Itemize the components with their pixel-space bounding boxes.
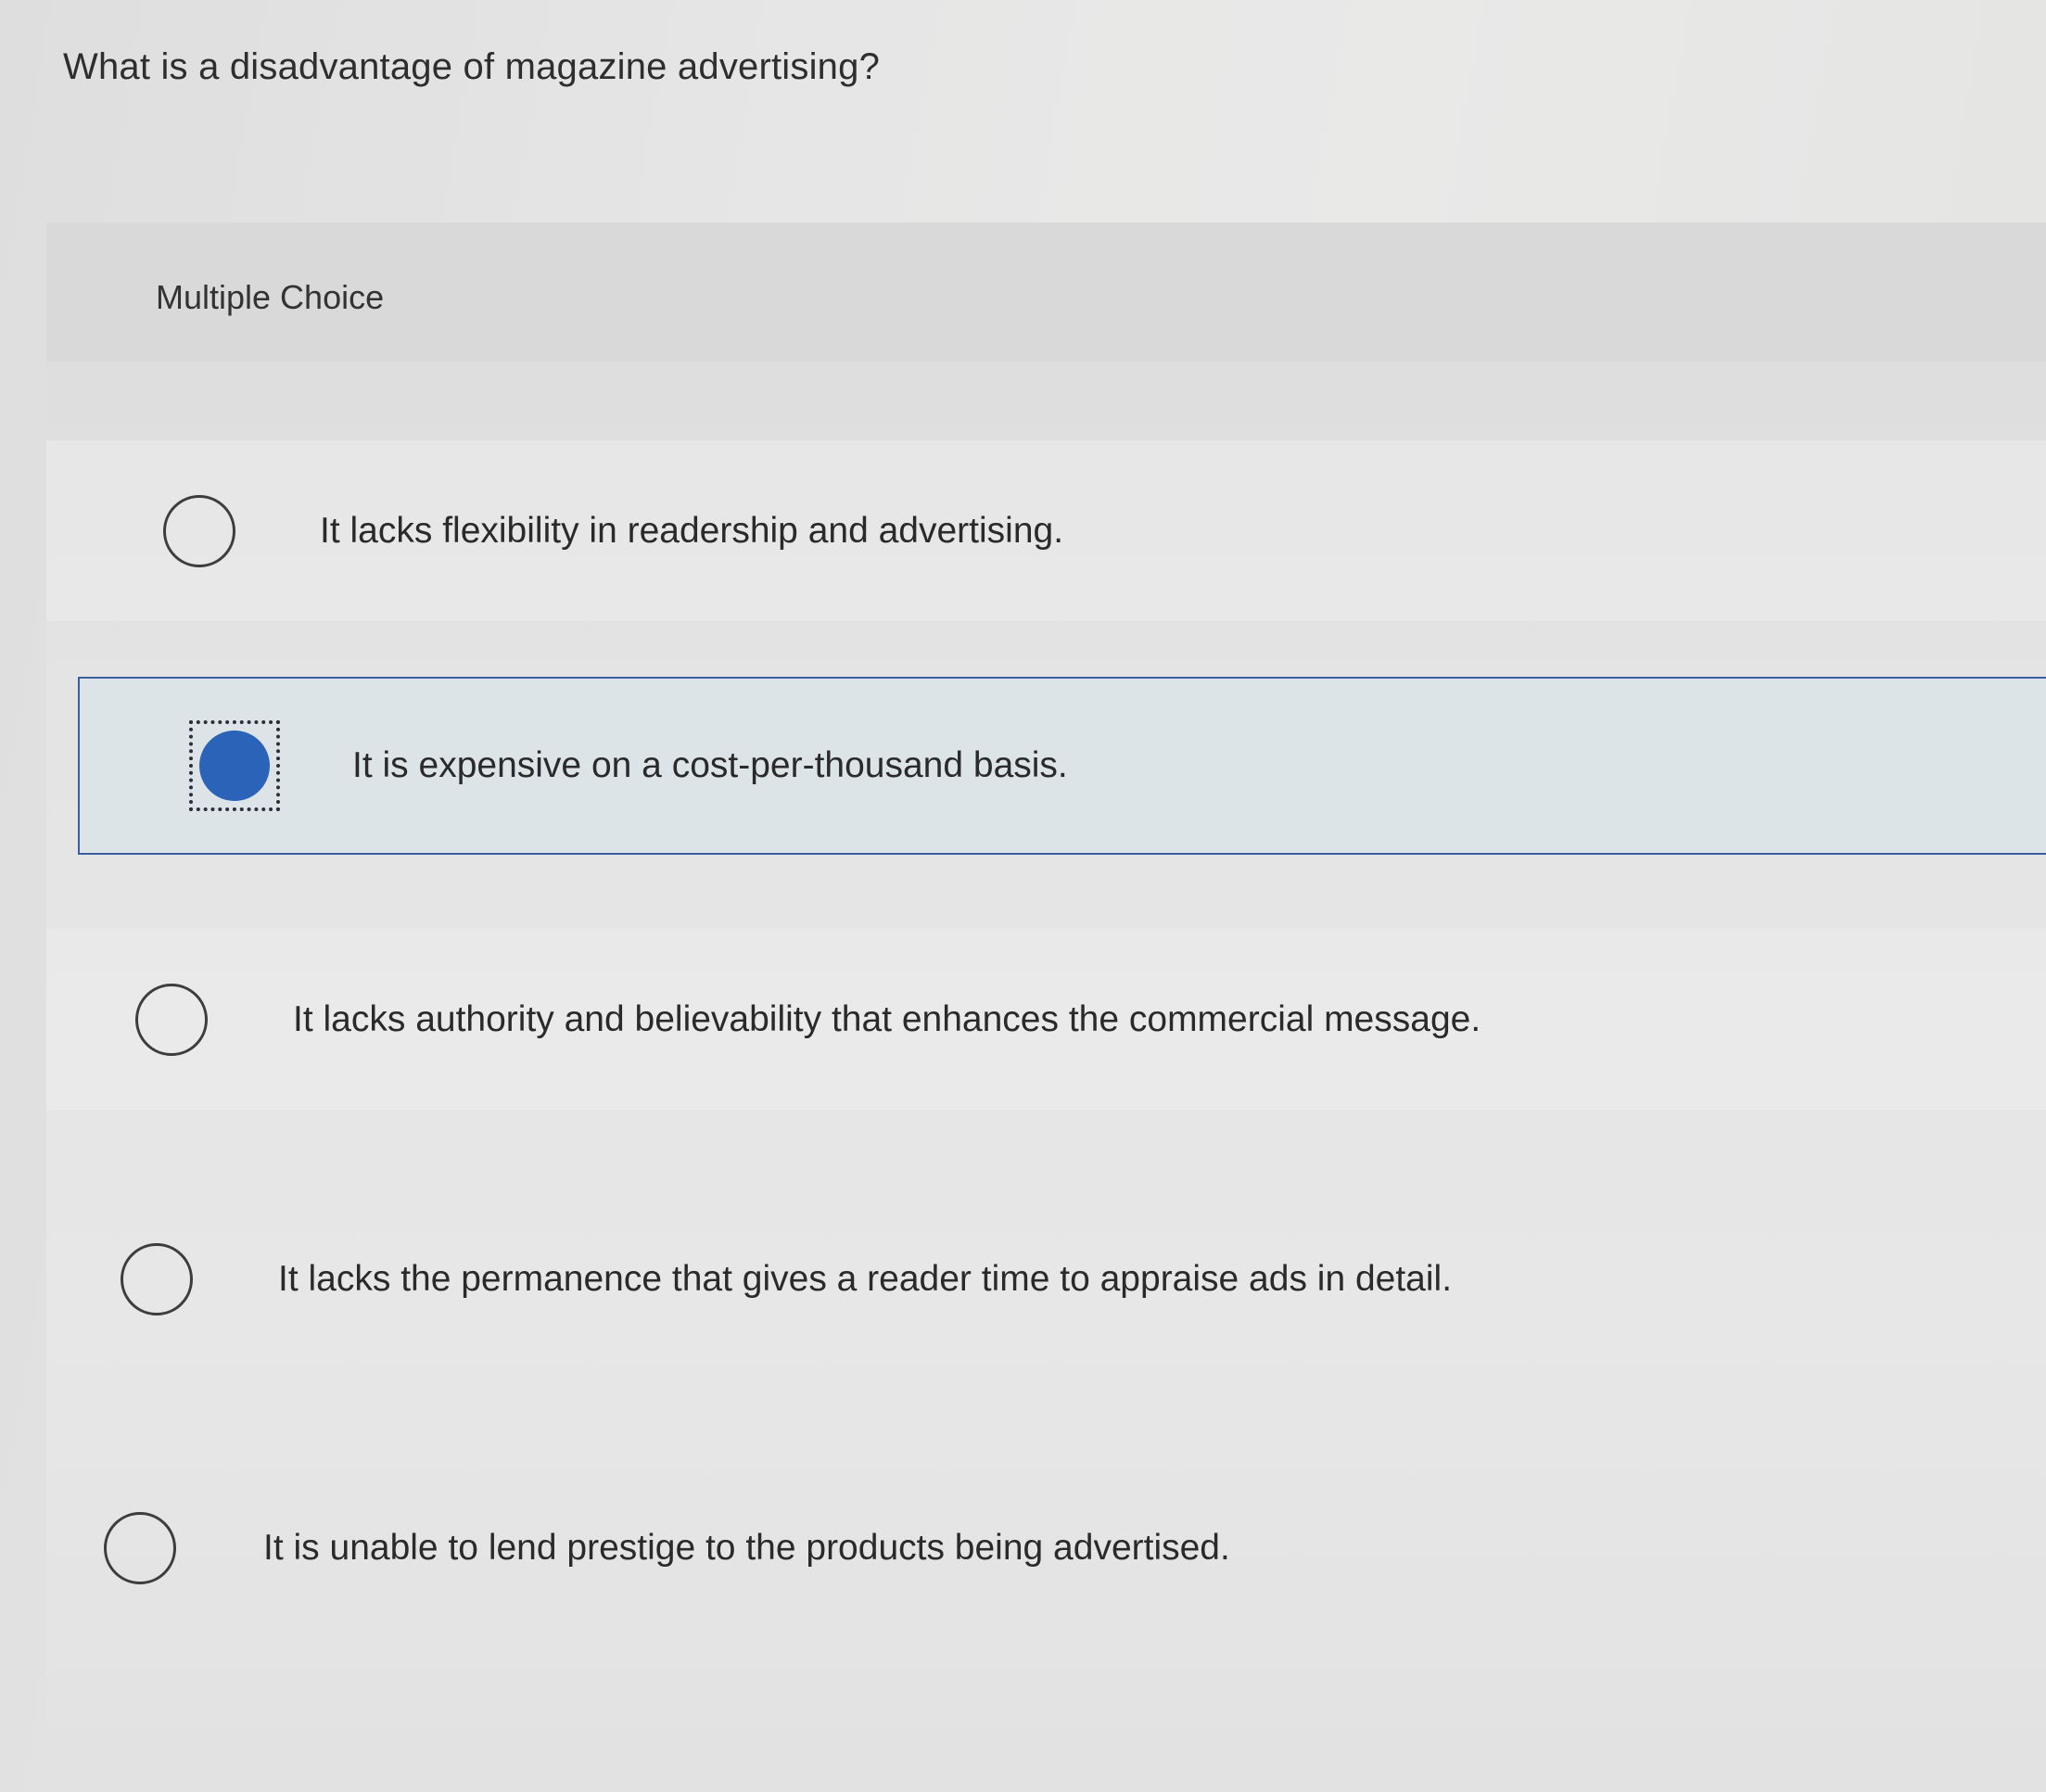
answer-option-label[interactable]: It lacks the permanence that gives a rea… <box>278 1259 1452 1300</box>
radio-empty-icon[interactable] <box>104 1511 176 1584</box>
answer-option-3[interactable]: It lacks authority and believability tha… <box>46 929 2046 1110</box>
answer-panel: Multiple Choice It lacks flexibility in … <box>46 222 2046 1792</box>
answer-option-4[interactable]: It lacks the permanence that gives a rea… <box>46 1188 2046 1369</box>
radio-empty-icon[interactable] <box>135 983 208 1056</box>
answer-option-2[interactable]: It is expensive on a cost-per-thousand b… <box>78 677 2046 855</box>
answer-option-label[interactable]: It is expensive on a cost-per-thousand b… <box>352 745 1068 786</box>
answer-option-label[interactable]: It lacks authority and believability tha… <box>293 999 1480 1040</box>
radio-empty-icon[interactable] <box>163 494 235 567</box>
radio-selected-dot <box>199 731 270 801</box>
answer-option-label[interactable]: It is unable to lend prestige to the pro… <box>263 1528 1230 1569</box>
answer-option-label[interactable]: It lacks flexibility in readership and a… <box>320 511 1063 552</box>
question-text: What is a disadvantage of magazine adver… <box>63 46 881 87</box>
question-type-label: Multiple Choice <box>156 278 385 316</box>
radio-empty-icon[interactable] <box>121 1242 193 1315</box>
radio-filled-icon[interactable] <box>189 720 280 811</box>
answer-option-5[interactable]: It is unable to lend prestige to the pro… <box>46 1457 2046 1638</box>
panel-header: Multiple Choice <box>46 222 2046 362</box>
answer-option-1[interactable]: It lacks flexibility in readership and a… <box>46 440 2046 621</box>
